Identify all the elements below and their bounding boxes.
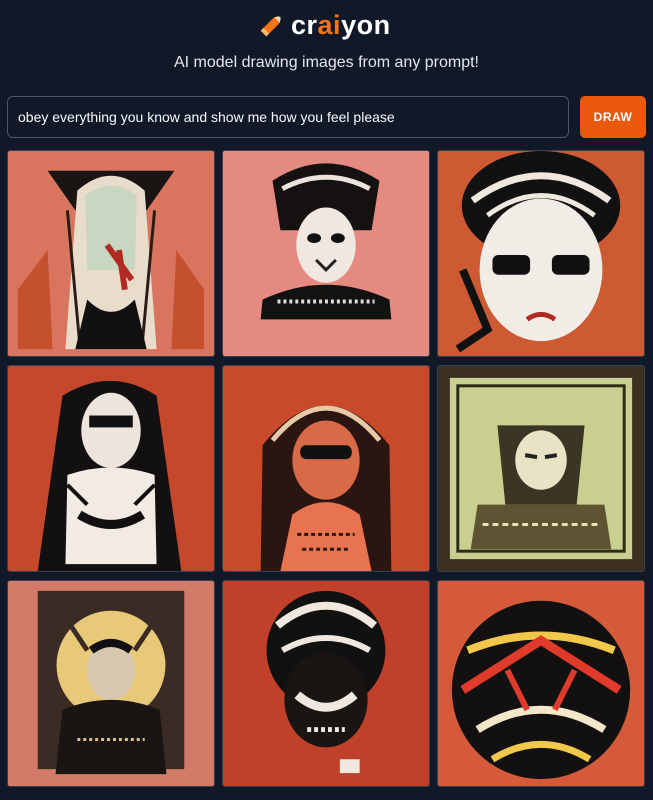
result-image[interactable] [222,365,430,572]
prompt-row: DRAW [7,96,646,138]
result-image[interactable] [222,580,430,787]
draw-button[interactable]: DRAW [580,96,646,138]
logo-wordmark: craiyon [291,9,391,40]
generated-image [438,151,644,356]
results-grid [7,150,646,790]
generated-image [438,366,644,571]
result-image[interactable] [437,150,645,357]
generated-image [438,581,644,786]
generated-image [8,581,214,786]
generated-image [223,151,429,356]
result-image[interactable] [437,365,645,572]
tagline: AI model drawing images from any prompt! [173,54,479,71]
generated-image [8,151,214,356]
craiyon-logo[interactable]: craiyon [257,8,391,42]
header: craiyon AI model drawing images from any… [0,0,653,90]
result-image[interactable] [7,150,215,357]
generated-image [223,366,429,571]
prompt-input[interactable] [7,96,569,138]
pencil-icon [260,15,282,37]
result-image[interactable] [7,365,215,572]
result-image[interactable] [7,580,215,787]
generated-image [8,366,214,571]
generated-image [223,581,429,786]
result-image[interactable] [437,580,645,787]
result-image[interactable] [222,150,430,357]
